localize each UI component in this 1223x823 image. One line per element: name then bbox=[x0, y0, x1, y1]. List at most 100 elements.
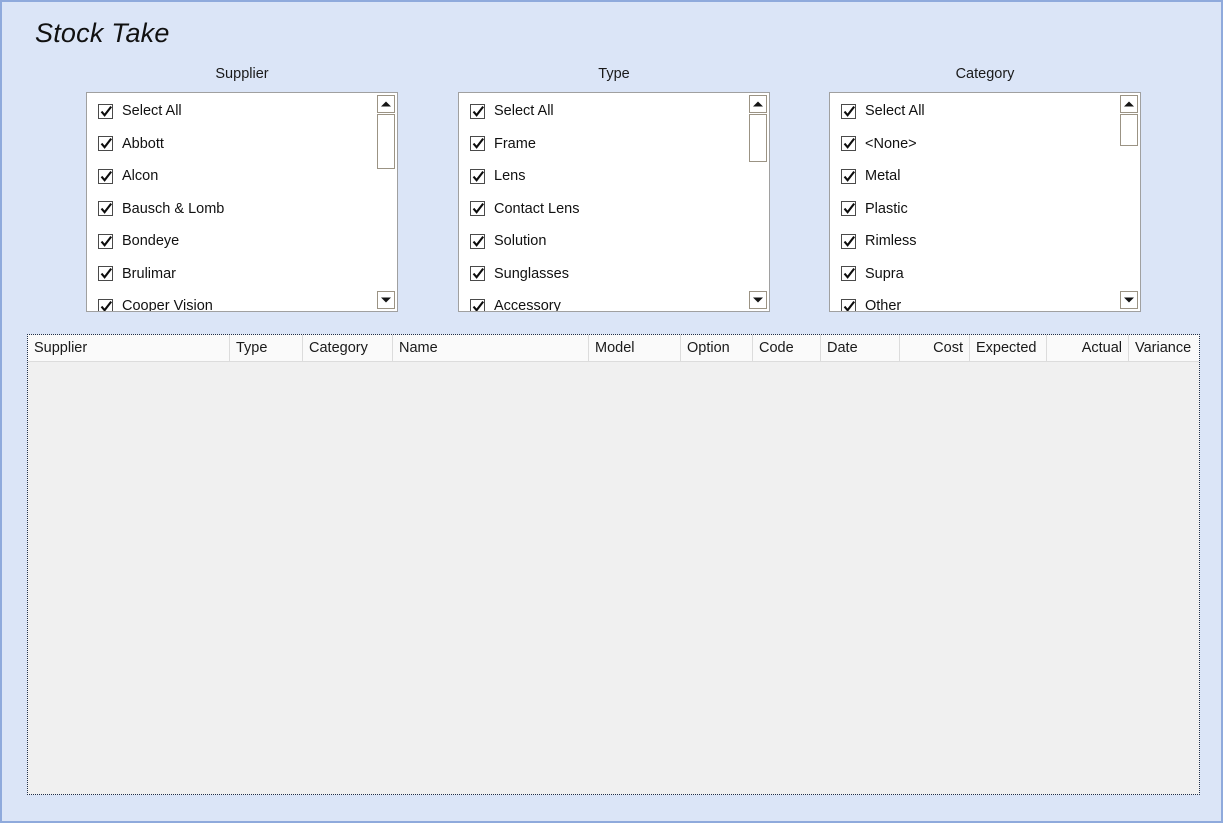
scroll-down-button[interactable] bbox=[749, 291, 767, 309]
list-item[interactable]: Solution bbox=[459, 225, 769, 258]
checkbox-icon[interactable] bbox=[841, 136, 856, 152]
column-header-type[interactable]: Type bbox=[230, 335, 303, 361]
checkbox-icon[interactable] bbox=[470, 233, 485, 249]
list-item[interactable]: Supra bbox=[830, 258, 1140, 291]
triangle-down-icon bbox=[1124, 297, 1134, 303]
list-item-label: Brulimar bbox=[122, 265, 176, 282]
list-item[interactable]: Cooper Vision bbox=[87, 290, 397, 312]
checkbox-icon[interactable] bbox=[470, 201, 485, 217]
list-item-label: Cooper Vision bbox=[122, 298, 213, 312]
list-item[interactable]: Select All bbox=[830, 95, 1140, 128]
triangle-down-icon bbox=[753, 297, 763, 303]
list-item-label: Metal bbox=[865, 168, 901, 185]
triangle-up-icon bbox=[1124, 101, 1134, 107]
checkbox-icon[interactable] bbox=[470, 266, 485, 282]
list-item[interactable]: Plastic bbox=[830, 193, 1140, 226]
scroll-up-button[interactable] bbox=[1120, 95, 1138, 113]
list-item-label: Select All bbox=[865, 103, 925, 120]
column-header-option[interactable]: Option bbox=[681, 335, 753, 361]
checkbox-icon[interactable] bbox=[98, 233, 113, 249]
category-list-items: Select All <None> Metal Plastic Rimless bbox=[830, 93, 1140, 311]
checkbox-icon[interactable] bbox=[98, 201, 113, 217]
scroll-up-button[interactable] bbox=[749, 95, 767, 113]
category-listbox[interactable]: Select All <None> Metal Plastic Rimless bbox=[829, 92, 1141, 312]
column-header-actual[interactable]: Actual bbox=[1047, 335, 1129, 361]
list-item[interactable]: Bondeye bbox=[87, 225, 397, 258]
list-item-label: Frame bbox=[494, 135, 536, 152]
supplier-listbox[interactable]: Select All Abbott Alcon Bausch & Lomb Bo… bbox=[86, 92, 398, 312]
checkbox-icon[interactable] bbox=[98, 136, 113, 152]
list-item[interactable]: Rimless bbox=[830, 225, 1140, 258]
list-item[interactable]: Abbott bbox=[87, 128, 397, 161]
scroll-down-button[interactable] bbox=[1120, 291, 1138, 309]
filter-group-type: Type Select All Frame Lens Contact Lens bbox=[458, 64, 770, 312]
checkbox-icon[interactable] bbox=[841, 201, 856, 217]
list-item-label: Other bbox=[865, 298, 902, 312]
list-item[interactable]: Alcon bbox=[87, 160, 397, 193]
list-item[interactable]: Select All bbox=[459, 95, 769, 128]
list-item-label: <None> bbox=[865, 135, 917, 152]
category-scrollbar[interactable] bbox=[1117, 93, 1140, 311]
list-item-label: Alcon bbox=[122, 168, 159, 185]
column-header-variance[interactable]: Variance bbox=[1129, 335, 1198, 361]
checkbox-icon[interactable] bbox=[470, 298, 485, 311]
scrollbar-thumb[interactable] bbox=[1120, 114, 1138, 146]
type-scrollbar[interactable] bbox=[746, 93, 769, 311]
supplier-list-items: Select All Abbott Alcon Bausch & Lomb Bo… bbox=[87, 93, 397, 311]
checkbox-icon[interactable] bbox=[98, 168, 113, 184]
list-item[interactable]: <None> bbox=[830, 128, 1140, 161]
list-item-label: Solution bbox=[494, 233, 547, 250]
type-list-items: Select All Frame Lens Contact Lens Solut… bbox=[459, 93, 769, 311]
checkbox-icon[interactable] bbox=[98, 298, 113, 311]
triangle-up-icon bbox=[381, 101, 391, 107]
list-item[interactable]: Metal bbox=[830, 160, 1140, 193]
grid-header-row: Supplier Type Category Name Model Option… bbox=[28, 335, 1199, 362]
list-item[interactable]: Frame bbox=[459, 128, 769, 161]
checkbox-icon[interactable] bbox=[98, 266, 113, 282]
checkbox-icon[interactable] bbox=[470, 136, 485, 152]
scroll-up-button[interactable] bbox=[377, 95, 395, 113]
list-item[interactable]: Lens bbox=[459, 160, 769, 193]
column-header-category[interactable]: Category bbox=[303, 335, 393, 361]
column-header-code[interactable]: Code bbox=[753, 335, 821, 361]
column-header-supplier[interactable]: Supplier bbox=[28, 335, 230, 361]
triangle-up-icon bbox=[753, 101, 763, 107]
list-item-label: Sunglasses bbox=[494, 265, 569, 282]
list-item-label: Plastic bbox=[865, 200, 908, 217]
column-header-name[interactable]: Name bbox=[393, 335, 589, 361]
checkbox-icon[interactable] bbox=[841, 233, 856, 249]
triangle-down-icon bbox=[381, 297, 391, 303]
list-item-label: Supra bbox=[865, 265, 904, 282]
list-item[interactable]: Other bbox=[830, 290, 1140, 312]
list-item[interactable]: Bausch & Lomb bbox=[87, 193, 397, 226]
list-item[interactable]: Select All bbox=[87, 95, 397, 128]
list-item[interactable]: Accessory bbox=[459, 290, 769, 311]
column-header-model[interactable]: Model bbox=[589, 335, 681, 361]
grid-body[interactable] bbox=[28, 362, 1199, 794]
list-item[interactable]: Contact Lens bbox=[459, 193, 769, 226]
filter-label-category: Category bbox=[955, 66, 1015, 82]
checkbox-icon[interactable] bbox=[470, 103, 485, 119]
list-item[interactable]: Brulimar bbox=[87, 258, 397, 291]
scrollbar-thumb[interactable] bbox=[749, 114, 767, 162]
checkbox-icon[interactable] bbox=[470, 168, 485, 184]
column-header-cost[interactable]: Cost bbox=[900, 335, 970, 361]
column-header-expected[interactable]: Expected bbox=[970, 335, 1047, 361]
filter-group-category: Category Select All <None> Metal Plastic bbox=[829, 64, 1141, 312]
supplier-scrollbar[interactable] bbox=[374, 93, 397, 311]
column-header-date[interactable]: Date bbox=[821, 335, 900, 361]
stock-take-grid[interactable]: Supplier Type Category Name Model Option… bbox=[27, 334, 1200, 795]
scrollbar-thumb[interactable] bbox=[377, 114, 395, 169]
list-item-label: Lens bbox=[494, 168, 526, 185]
page-title: Stock Take bbox=[35, 18, 170, 48]
checkbox-icon[interactable] bbox=[98, 103, 113, 119]
checkbox-icon[interactable] bbox=[841, 266, 856, 282]
stock-take-window: Stock Take Supplier Select All Abbott Al… bbox=[0, 0, 1223, 823]
list-item[interactable]: Sunglasses bbox=[459, 258, 769, 291]
scroll-down-button[interactable] bbox=[377, 291, 395, 309]
checkbox-icon[interactable] bbox=[841, 103, 856, 119]
checkbox-icon[interactable] bbox=[841, 168, 856, 184]
type-listbox[interactable]: Select All Frame Lens Contact Lens Solut… bbox=[458, 92, 770, 312]
list-item-label: Select All bbox=[494, 103, 554, 120]
checkbox-icon[interactable] bbox=[841, 298, 856, 311]
